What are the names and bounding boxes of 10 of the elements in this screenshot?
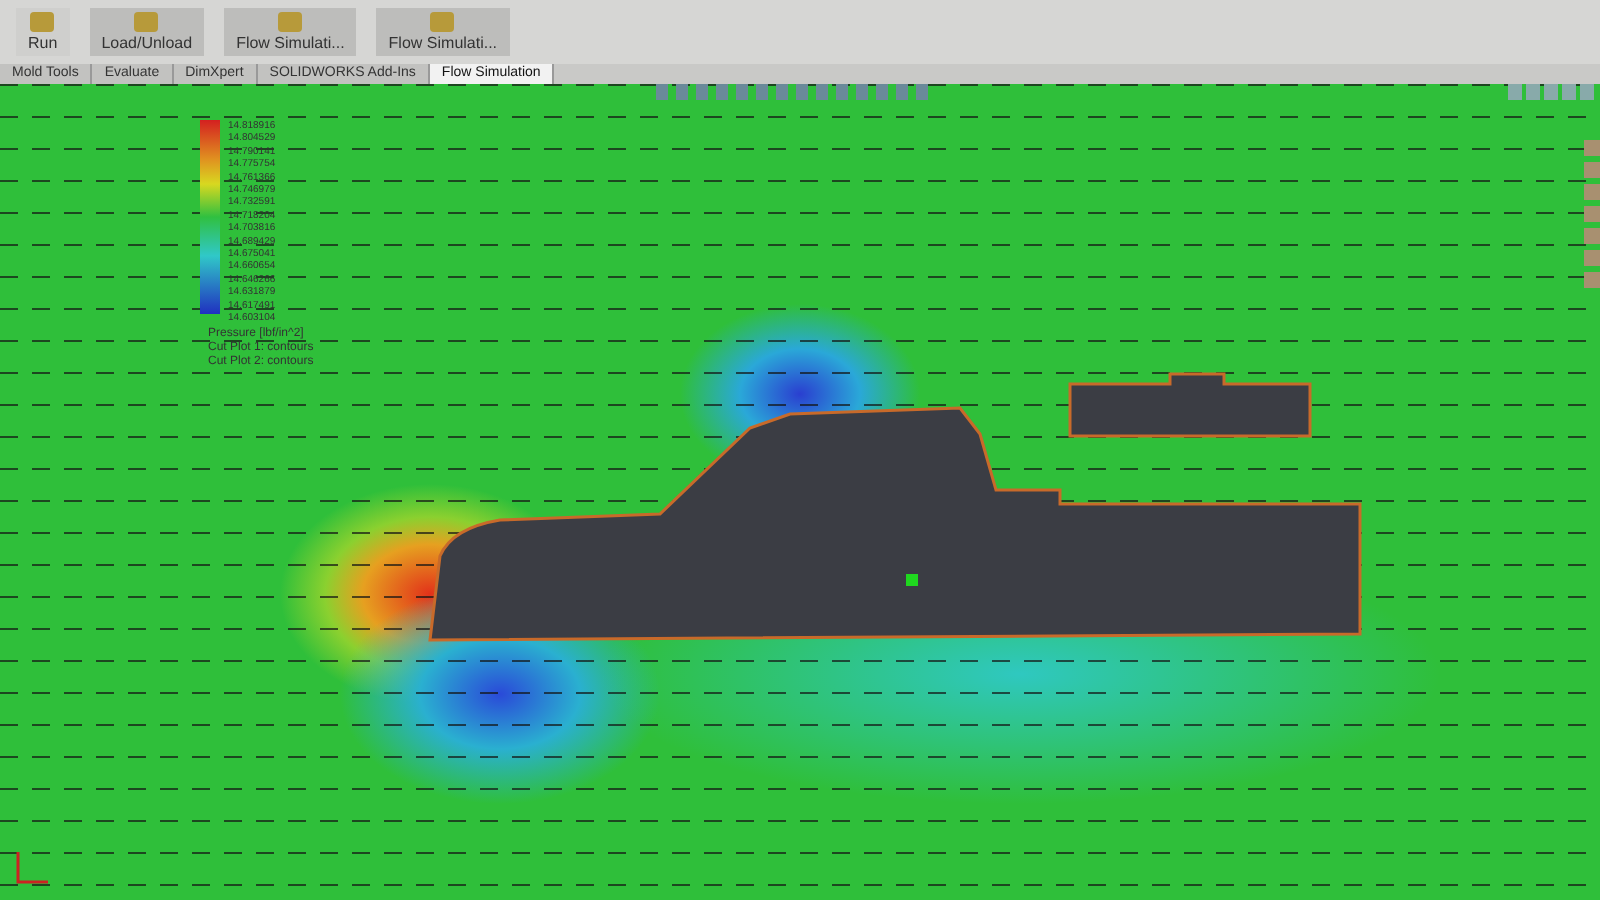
window-controls-icon[interactable] (1508, 84, 1596, 100)
toolbar-icon (30, 12, 55, 32)
toolbar-icon (430, 12, 455, 32)
axis-triad-icon (12, 848, 52, 888)
toolbar-button[interactable]: Load/Unload (89, 8, 205, 56)
toolbar-icon (278, 12, 303, 32)
toolbar-button[interactable]: Flow Simulati... (376, 8, 510, 56)
toolbar-button[interactable]: Run (16, 8, 70, 56)
toolbar-button[interactable]: Flow Simulati... (224, 8, 357, 56)
toolbar-icon (134, 12, 159, 32)
